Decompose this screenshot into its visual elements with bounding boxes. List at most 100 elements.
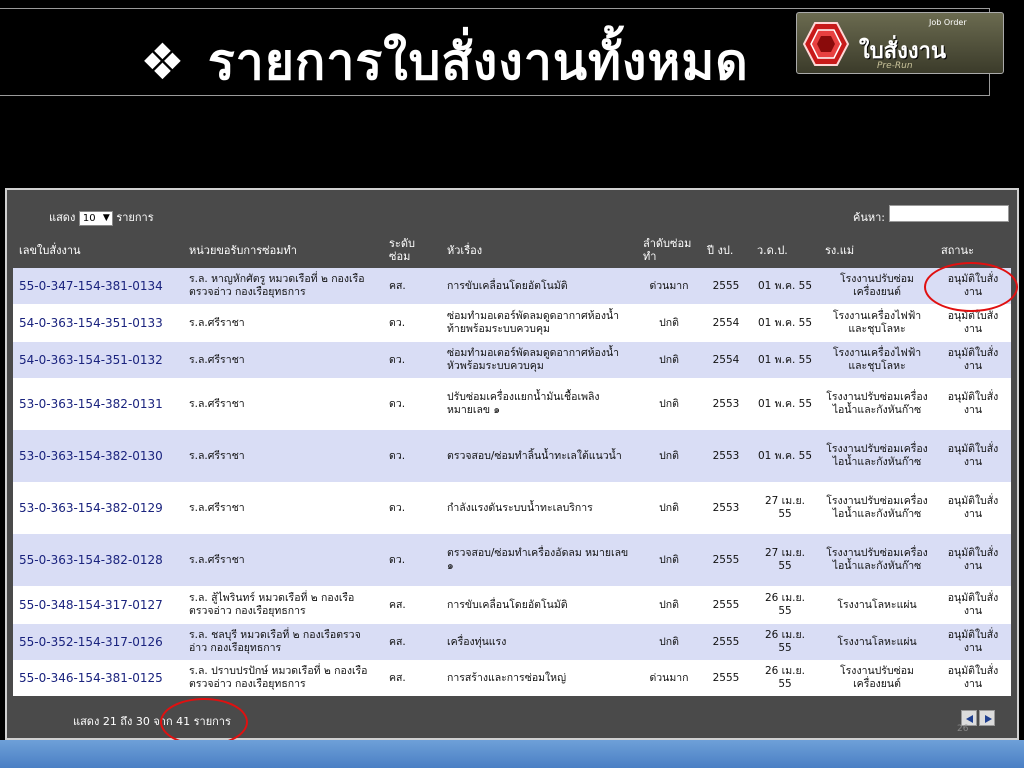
cell-job-no[interactable]: 55-0-363-154-382-0128: [13, 534, 183, 586]
bottom-band: [0, 740, 1024, 768]
cell-unit: ร.ล.ศรีราชา: [183, 342, 383, 378]
cell-fiscal-year: 2555: [701, 586, 751, 624]
cell-parent-shop: โรงงานปรับซ่อมเครื่องไอน้ำและกังหันก๊าซ: [819, 482, 935, 534]
cell-subject: การสร้างและการซ่อมใหญ่: [441, 660, 637, 696]
cell-job-no[interactable]: 54-0-363-154-351-0133: [13, 304, 183, 342]
slide: ❖ รายการใบสั่งงานทั้งหมด Job Order ใบสั่ง…: [0, 0, 1024, 768]
cell-fiscal-year: 2555: [701, 624, 751, 660]
header-parent-shop[interactable]: รง.แม่: [819, 232, 935, 268]
header-level[interactable]: ระดับซ่อม: [383, 232, 441, 268]
slide-title-text: รายการใบสั่งงานทั้งหมด: [207, 33, 749, 91]
show-suffix-label: รายการ: [116, 211, 154, 224]
cell-status: อนุมัติใบสั่งงาน: [935, 534, 1011, 586]
cell-level: ดว.: [383, 378, 441, 430]
cell-parent-shop: โรงงานปรับซ่อมเครื่องไอน้ำและกังหันก๊าซ: [819, 534, 935, 586]
cell-priority: ปกติ: [637, 304, 701, 342]
table-row[interactable]: 55-0-347-154-381-0134 ร.ล. หาญหักศัตรู หม…: [13, 268, 1011, 304]
cell-fiscal-year: 2555: [701, 534, 751, 586]
cell-status: อนุมัติใบสั่งงาน: [935, 660, 1011, 696]
cell-unit: ร.ล.ศรีราชา: [183, 482, 383, 534]
table-row[interactable]: 53-0-363-154-382-0129 ร.ล.ศรีราชา ดว. กำลัง…: [13, 482, 1011, 534]
next-page-button[interactable]: [979, 710, 995, 726]
cell-fiscal-year: 2553: [701, 482, 751, 534]
logo-subtitle: Pre-Run: [877, 61, 913, 71]
cell-date: 26 เม.ย. 55: [751, 660, 819, 696]
table-row[interactable]: 53-0-363-154-382-0131 ร.ล.ศรีราชา ดว. ปรับซ…: [13, 378, 1011, 430]
cell-level: ดว.: [383, 534, 441, 586]
table-row[interactable]: 54-0-363-154-351-0132 ร.ล.ศรีราชา ดว. ซ่อมท…: [13, 342, 1011, 378]
cell-status: อนุมัติใบสั่งงาน: [935, 482, 1011, 534]
cell-level: ดว.: [383, 304, 441, 342]
status-highlight-circle: [924, 262, 1018, 312]
table-row[interactable]: 55-0-363-154-382-0128 ร.ล.ศรีราชา ดว. ตรวจส…: [13, 534, 1011, 586]
header-fiscal-year[interactable]: ปี งป.: [701, 232, 751, 268]
cell-date: 01 พ.ค. 55: [751, 342, 819, 378]
cell-fiscal-year: 2553: [701, 378, 751, 430]
cell-level: คส.: [383, 624, 441, 660]
cell-date: 27 เม.ย. 55: [751, 482, 819, 534]
cell-level: ดว.: [383, 342, 441, 378]
chevron-down-icon: ▼: [102, 212, 110, 223]
cell-parent-shop: โรงงานโลหะแผ่น: [819, 586, 935, 624]
page-length-value: 10: [82, 212, 96, 224]
cell-unit: ร.ล.ศรีราชา: [183, 430, 383, 482]
cell-fiscal-year: 2554: [701, 342, 751, 378]
cell-job-no[interactable]: 55-0-347-154-381-0134: [13, 268, 183, 304]
search-input[interactable]: [889, 205, 1009, 222]
cell-subject: ซ่อมทำมอเตอร์พัดลมดูดอากาศห้องน้ำท้ายพร้…: [441, 304, 637, 342]
cell-job-no[interactable]: 55-0-348-154-317-0127: [13, 586, 183, 624]
cell-priority: ปกติ: [637, 342, 701, 378]
cell-job-no[interactable]: 55-0-352-154-317-0126: [13, 624, 183, 660]
header-subject[interactable]: หัวเรื่อง: [441, 232, 637, 268]
cell-status: อนุมัติใบสั่งงาน: [935, 430, 1011, 482]
cell-level: ดว.: [383, 482, 441, 534]
cell-fiscal-year: 2553: [701, 430, 751, 482]
header-job-no[interactable]: เลขใบสั่งงาน: [13, 232, 183, 268]
cell-date: 01 พ.ค. 55: [751, 378, 819, 430]
cell-parent-shop: โรงงานปรับซ่อมเครื่องไอน้ำและกังหันก๊าซ: [819, 430, 935, 482]
cell-job-no[interactable]: 54-0-363-154-351-0132: [13, 342, 183, 378]
header-priority[interactable]: ลำดับซ่อมทำ: [637, 232, 701, 268]
cell-unit: ร.ล.ศรีราชา: [183, 378, 383, 430]
table-row[interactable]: 55-0-346-154-381-0125 ร.ล. ปราบปรปักษ์ หม…: [13, 660, 1011, 696]
cell-parent-shop: โรงงานเครื่องไฟฟ้าและชุบโลหะ: [819, 304, 935, 342]
table-body: 55-0-347-154-381-0134 ร.ล. หาญหักศัตรู หม…: [13, 268, 1011, 696]
page-length-control: แสดง 10 ▼ รายการ: [49, 208, 154, 226]
page-length-select[interactable]: 10 ▼: [78, 210, 113, 226]
cell-parent-shop: โรงงานปรับซ่อมเครื่องยนต์: [819, 268, 935, 304]
job-order-table: เลขใบสั่งงาน หน่วยขอรับการซ่อมทำ ระดับซ่…: [13, 232, 1011, 696]
header-unit[interactable]: หน่วยขอรับการซ่อมทำ: [183, 232, 383, 268]
search-label: ค้นหา:: [853, 211, 886, 224]
triangle-right-icon: [985, 715, 992, 723]
cell-priority: ด่วนมาก: [637, 268, 701, 304]
cell-job-no[interactable]: 53-0-363-154-382-0131: [13, 378, 183, 430]
cell-priority: ปกติ: [637, 430, 701, 482]
triangle-left-icon: [966, 715, 973, 723]
cell-job-no[interactable]: 53-0-363-154-382-0129: [13, 482, 183, 534]
cell-priority: ปกติ: [637, 378, 701, 430]
cell-date: 01 พ.ค. 55: [751, 268, 819, 304]
cell-job-no[interactable]: 55-0-346-154-381-0125: [13, 660, 183, 696]
table-row[interactable]: 53-0-363-154-382-0130 ร.ล.ศรีราชา ดว. ตรวจส…: [13, 430, 1011, 482]
cell-unit: ร.ล. ชลบุรี หมวดเรือที่ ๒ กองเรือตรวจอ่า…: [183, 624, 383, 660]
cell-job-no[interactable]: 53-0-363-154-382-0130: [13, 430, 183, 482]
cell-level: คส.: [383, 268, 441, 304]
table-row[interactable]: 55-0-352-154-317-0126 ร.ล. ชลบุรี หมวดเรื…: [13, 624, 1011, 660]
table-row[interactable]: 55-0-348-154-317-0127 ร.ล. สู้ไพรินทร์ หม…: [13, 586, 1011, 624]
cell-date: 26 เม.ย. 55: [751, 624, 819, 660]
cell-subject: ตรวจสอบ/ซ่อมทำเครื่องอัดลม หมายเลข ๑: [441, 534, 637, 586]
cell-status: อนุมัติใบสั่งงาน: [935, 624, 1011, 660]
cell-status: อนุมัติใบสั่งงาน: [935, 342, 1011, 378]
cell-priority: ปกติ: [637, 624, 701, 660]
cell-status: อนุมัติใบสั่งงาน: [935, 378, 1011, 430]
cell-unit: ร.ล. หาญหักศัตรู หมวดเรือที่ ๒ กองเรือตร…: [183, 268, 383, 304]
table-panel-content: แสดง 10 ▼ รายการ ค้นหา: เลขใบสั่งงาน หน่ว…: [13, 198, 1011, 734]
cell-parent-shop: โรงงานปรับซ่อมเครื่องยนต์: [819, 660, 935, 696]
cell-priority: ด่วนมาก: [637, 660, 701, 696]
slide-title: ❖ รายการใบสั่งงานทั้งหมด: [140, 23, 749, 102]
cell-fiscal-year: 2555: [701, 660, 751, 696]
cell-fiscal-year: 2554: [701, 304, 751, 342]
header-date[interactable]: ว.ด.ป.: [751, 232, 819, 268]
cell-level: คส.: [383, 660, 441, 696]
table-row[interactable]: 54-0-363-154-351-0133 ร.ล.ศรีราชา ดว. ซ่อมท…: [13, 304, 1011, 342]
